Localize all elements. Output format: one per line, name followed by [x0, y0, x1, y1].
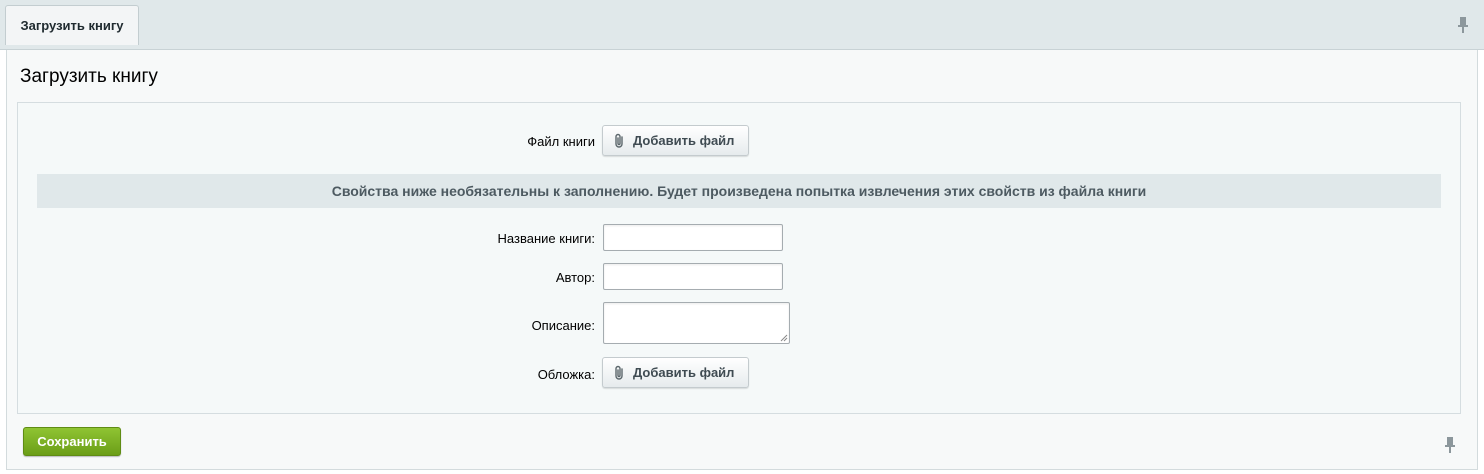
book-title-input[interactable] [603, 224, 783, 251]
add-book-file-button[interactable]: Добавить файл [602, 125, 749, 156]
tab-bar: Загрузить книгу [0, 0, 1484, 50]
tab-upload-book[interactable]: Загрузить книгу [5, 5, 139, 45]
tab-label: Загрузить книгу [20, 18, 124, 33]
page-title: Загрузить книгу [20, 66, 158, 87]
author-input[interactable] [603, 263, 783, 290]
description-label: Описание: [531, 318, 595, 333]
resize-handle-icon[interactable] [780, 334, 788, 342]
add-file-label: Добавить файл [633, 133, 735, 148]
save-button[interactable]: Сохранить [23, 427, 121, 456]
info-text: Свойства ниже необязательны к заполнению… [331, 183, 1147, 199]
save-button-label: Сохранить [37, 434, 107, 449]
description-textarea[interactable] [603, 302, 790, 344]
pin-icon[interactable] [1457, 16, 1469, 34]
paperclip-icon [613, 133, 627, 149]
book-file-label: Файл книги [527, 134, 595, 149]
paperclip-icon [613, 365, 627, 381]
book-title-label: Название книги: [497, 231, 595, 246]
cover-label: Обложка: [537, 367, 595, 382]
author-label: Автор: [555, 270, 595, 285]
add-file-label: Добавить файл [633, 365, 735, 380]
pin-icon[interactable] [1444, 436, 1456, 454]
add-cover-file-button[interactable]: Добавить файл [602, 357, 749, 388]
info-message: Свойства ниже необязательны к заполнению… [37, 174, 1441, 208]
